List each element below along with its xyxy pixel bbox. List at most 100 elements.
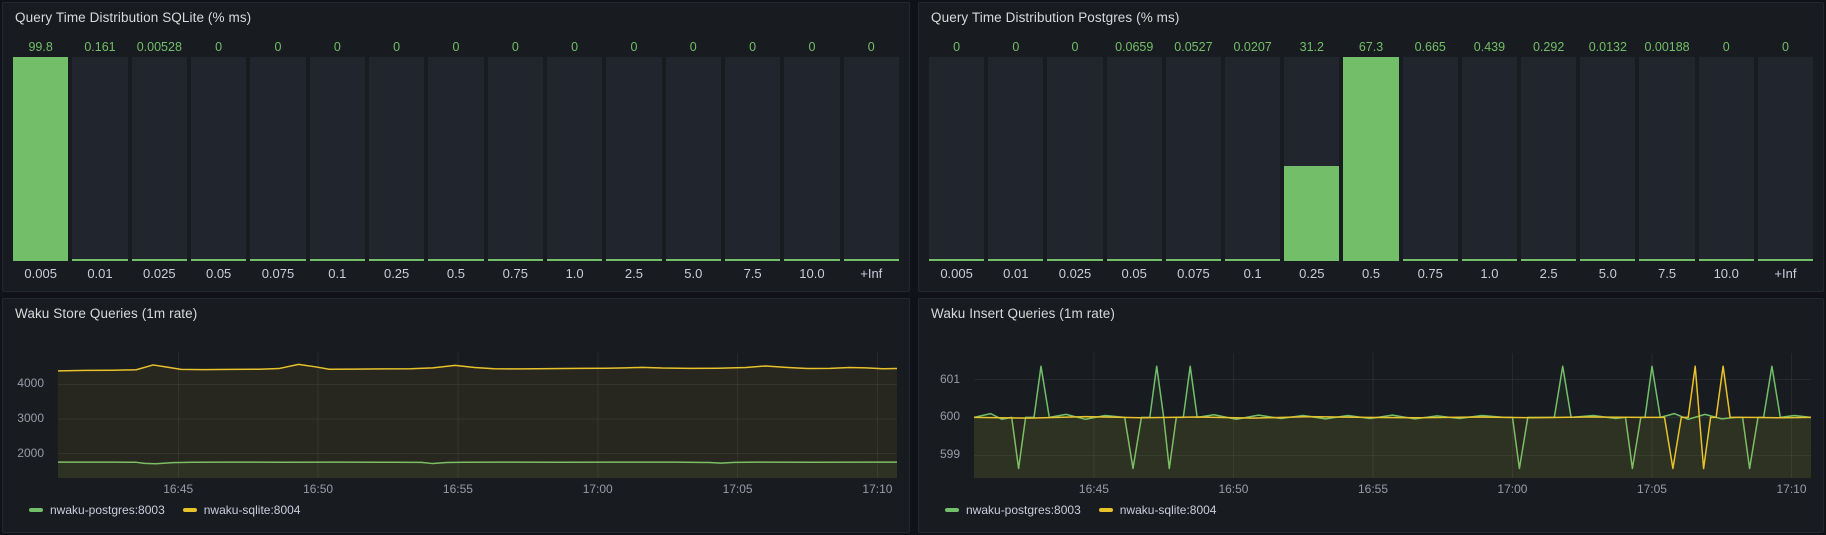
legend: nwaku-postgres:8003 nwaku-sqlite:8004 xyxy=(945,500,1216,520)
bar-fill xyxy=(1047,259,1102,261)
bar-value-label: 0.161 xyxy=(72,39,127,57)
x-axis-tick-label: 16:45 xyxy=(1079,482,1109,496)
bucket-label: 2.5 xyxy=(1521,261,1576,283)
legend-item[interactable]: nwaku-sqlite:8004 xyxy=(183,503,301,517)
bar-track xyxy=(988,57,1043,261)
bar-value-label: 31.2 xyxy=(1284,39,1339,57)
legend-series-swatch xyxy=(183,508,197,512)
bar-value-label: 0.0132 xyxy=(1580,39,1635,57)
histogram-bar-column: 0.02070.1 xyxy=(1225,39,1280,283)
x-axis-tick-label: 16:45 xyxy=(163,482,193,496)
y-axis: 599 600 601 xyxy=(919,353,967,478)
bucket-label: 0.05 xyxy=(191,261,246,283)
bucket-label: 0.075 xyxy=(1166,261,1221,283)
plot-area[interactable] xyxy=(58,353,897,478)
bar-fill xyxy=(369,259,424,261)
histogram-bar-column: 0.439 1.0 xyxy=(1462,39,1517,283)
bar-track xyxy=(1047,57,1102,261)
bucket-label: 2.5 xyxy=(606,261,661,283)
x-axis-tick-label: 17:10 xyxy=(862,482,892,496)
legend-item[interactable]: nwaku-postgres:8003 xyxy=(29,503,165,517)
histogram-bar-column: 00.075 xyxy=(250,39,305,283)
histogram-bar-column: 00.5 xyxy=(428,39,483,283)
legend-series-swatch xyxy=(29,508,43,512)
plot-area[interactable] xyxy=(974,353,1811,478)
legend-series-label: nwaku-sqlite:8004 xyxy=(1120,503,1217,517)
bar-value-label: 0 xyxy=(369,39,424,57)
bar-fill xyxy=(1284,166,1339,261)
histogram-bar-column: 010.0 xyxy=(1699,39,1754,283)
bar-fill xyxy=(1225,259,1280,261)
bar-track xyxy=(488,57,543,261)
histogram-bar-column: 00.25 xyxy=(369,39,424,283)
bar-track xyxy=(725,57,780,261)
bar-fill xyxy=(1107,259,1162,261)
legend-item[interactable]: nwaku-sqlite:8004 xyxy=(1099,503,1217,517)
bucket-label: 5.0 xyxy=(1580,261,1635,283)
panel-title[interactable]: Waku Insert Queries (1m rate) xyxy=(931,306,1115,321)
bucket-label: +Inf xyxy=(1758,261,1813,283)
bar-value-label: 0 xyxy=(784,39,839,57)
bar-value-label: 0 xyxy=(844,39,899,57)
bucket-label: 0.075 xyxy=(250,261,305,283)
x-axis-tick-label: 16:55 xyxy=(1358,482,1388,496)
histogram-bar-column: 0.0659 0.05 xyxy=(1107,39,1162,283)
bar-value-label: 0 xyxy=(547,39,602,57)
panel-title[interactable]: Waku Store Queries (1m rate) xyxy=(15,306,197,321)
x-axis-tick-label: 16:55 xyxy=(443,482,473,496)
time-series-canvas[interactable] xyxy=(974,353,1811,478)
bar-track xyxy=(1521,57,1576,261)
histogram-bar-column: 0+Inf xyxy=(844,39,899,283)
bar-value-label: 0.439 xyxy=(1462,39,1517,57)
bucket-label: 7.5 xyxy=(725,261,780,283)
y-axis-tick-label: 599 xyxy=(919,447,960,461)
histogram-bar-column: 0.0132 5.0 xyxy=(1580,39,1635,283)
histogram-bar-column: 0.001887.5 xyxy=(1639,39,1694,283)
x-axis: 16:4516:5016:5517:0017:0517:10 xyxy=(58,482,897,497)
y-axis-tick-label: 601 xyxy=(919,372,960,386)
bucket-label: 1.0 xyxy=(547,261,602,283)
bucket-label: 10.0 xyxy=(784,261,839,283)
bar-value-label: 0.0527 xyxy=(1166,39,1221,57)
bar-track xyxy=(844,57,899,261)
x-axis-tick-label: 16:50 xyxy=(303,482,333,496)
bar-track xyxy=(1462,57,1517,261)
bucket-label: 10.0 xyxy=(1699,261,1754,283)
bucket-label: 0.025 xyxy=(132,261,187,283)
bar-track xyxy=(250,57,305,261)
bar-track xyxy=(1284,57,1339,261)
legend: nwaku-postgres:8003 nwaku-sqlite:8004 xyxy=(29,500,300,520)
histogram-bar-column: 00.75 xyxy=(488,39,543,283)
panel-title[interactable]: Query Time Distribution SQLite (% ms) xyxy=(15,10,251,25)
bar-value-label: 99.8 xyxy=(13,39,68,57)
x-axis-tick-label: 17:05 xyxy=(1637,482,1667,496)
x-axis-tick-label: 17:00 xyxy=(583,482,613,496)
bar-fill xyxy=(666,259,721,261)
bar-track xyxy=(72,57,127,261)
bar-track xyxy=(310,57,365,261)
bar-value-label: 0.0659 xyxy=(1107,39,1162,57)
bucket-label: 0.75 xyxy=(488,261,543,283)
bar-value-label: 0 xyxy=(725,39,780,57)
y-axis-tick-label: 600 xyxy=(919,409,960,423)
histogram-bar-column: 99.80.005 xyxy=(13,39,68,283)
bar-track xyxy=(1758,57,1813,261)
panel-title[interactable]: Query Time Distribution Postgres (% ms) xyxy=(931,10,1179,25)
bucket-label: 0.01 xyxy=(988,261,1043,283)
bar-fill xyxy=(1758,259,1813,261)
legend-series-swatch xyxy=(945,508,959,512)
bar-fill xyxy=(1166,259,1221,261)
time-series-canvas[interactable] xyxy=(58,353,897,478)
bucket-label: 1.0 xyxy=(1462,261,1517,283)
bar-fill xyxy=(547,259,602,261)
histogram-bar-column: 010.0 xyxy=(784,39,839,283)
bar-value-label: 0.00188 xyxy=(1639,39,1694,57)
panel-waku-insert-queries: Waku Insert Queries (1m rate) 599600601 … xyxy=(918,298,1824,533)
bar-fill xyxy=(132,259,187,261)
bar-track xyxy=(428,57,483,261)
y-axis-tick-label: 3000 xyxy=(3,411,44,425)
bar-track xyxy=(1403,57,1458,261)
bar-value-label: 0 xyxy=(310,39,365,57)
bucket-label: 0.05 xyxy=(1107,261,1162,283)
legend-item[interactable]: nwaku-postgres:8003 xyxy=(945,503,1081,517)
